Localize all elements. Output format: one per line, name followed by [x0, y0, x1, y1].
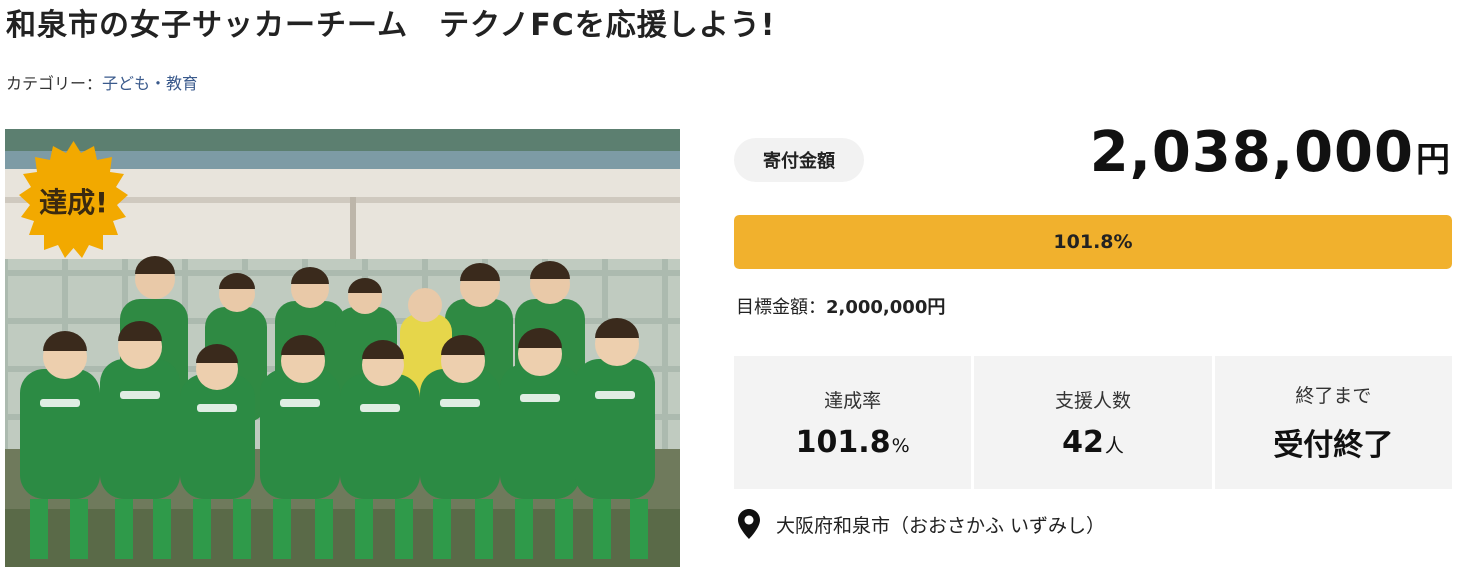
page-title: 和泉市の女子サッカーチーム テクノFCを応援しよう!: [6, 8, 776, 43]
badge-label: 達成!: [39, 185, 108, 219]
stat-supporters: 支援人数 42人: [974, 356, 1212, 489]
category-link[interactable]: 子ども・教育: [102, 74, 198, 93]
target-label: 目標金額：: [736, 297, 826, 318]
location-text: 大阪府和泉市（おおさかふ いずみし）: [776, 514, 1106, 537]
stat-value: 42人: [1062, 425, 1124, 460]
progress-bar: 101.8%: [734, 215, 1452, 269]
stats-panel: 達成率 101.8% 支援人数 42人 終了まで 受付終了: [734, 356, 1452, 489]
donation-amount: 2,038,000円: [1090, 120, 1450, 185]
rate-unit: %: [891, 434, 910, 457]
location: 大阪府和泉市（おおさかふ いずみし）: [738, 509, 1105, 539]
amount-currency: 円: [1416, 140, 1450, 180]
rate-value: 101.8: [795, 424, 891, 460]
target-value: 2,000,000円: [826, 297, 946, 318]
stat-value: 101.8%: [796, 425, 910, 460]
supporters-value: 42: [1062, 424, 1104, 460]
category-line: カテゴリー：子ども・教育: [6, 70, 198, 94]
achieved-badge: 達成!: [12, 139, 135, 262]
supporters-unit: 人: [1104, 434, 1124, 457]
progress-label: 101.8%: [1053, 231, 1133, 253]
remaining-value: 受付終了: [1273, 428, 1394, 463]
target-amount: 目標金額：2,000,000円: [736, 293, 945, 319]
donation-label: 寄付金額: [734, 138, 864, 182]
map-pin-icon: [738, 509, 760, 539]
amount-value: 2,038,000: [1089, 120, 1414, 185]
stat-label: 支援人数: [1054, 389, 1131, 412]
stat-achievement-rate: 達成率 101.8%: [734, 356, 972, 489]
stat-label: 達成率: [824, 389, 882, 412]
stat-remaining: 終了まで 受付終了: [1214, 356, 1452, 489]
category-prefix: カテゴリー：: [6, 74, 103, 93]
stat-label: 終了まで: [1295, 385, 1372, 407]
